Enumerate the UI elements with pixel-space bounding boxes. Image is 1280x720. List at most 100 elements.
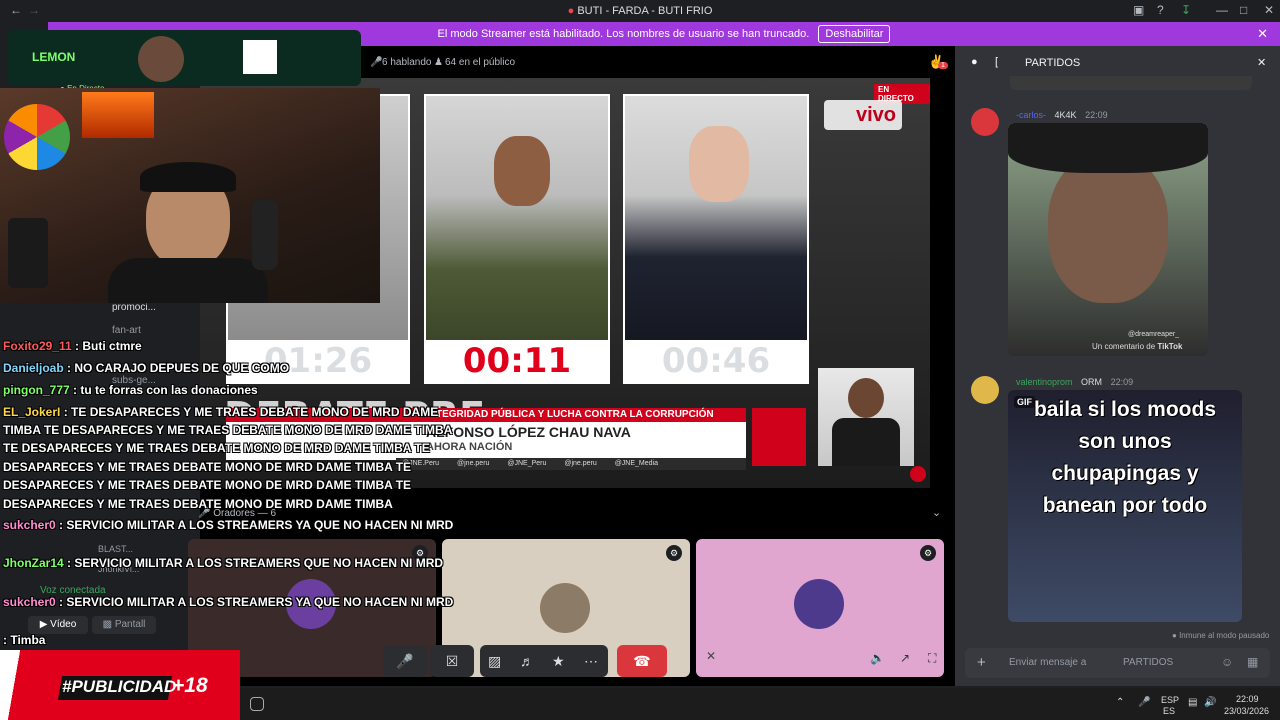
message-2-time: 22:09 [1110, 377, 1134, 387]
tv-logo: vivo [824, 100, 902, 130]
candidate-panel-3: 00:46 [623, 94, 809, 384]
banner-text: El modo Streamer está habilitado. Los no… [437, 28, 810, 40]
mic-icon: 🎤 [370, 57, 383, 68]
chat-user: JhonZar14 [3, 556, 64, 570]
add-attachment-icon[interactable]: + [977, 654, 986, 671]
help-icon[interactable]: ? [1157, 3, 1164, 17]
chat-bubble-icon: ● [971, 56, 978, 68]
keyboard-layout[interactable]: ES [1163, 706, 1175, 716]
chat-header: ● [ PARTIDOS ✕ [955, 50, 1280, 76]
inbox-icon[interactable]: ▣ [1133, 3, 1144, 17]
speaker-2-avatar [540, 583, 590, 633]
chat-message: : Timba [3, 633, 46, 647]
ticker-party: AHORA NACIÓN [426, 441, 513, 453]
disconnect-button[interactable]: ☎ [617, 645, 667, 677]
keyboard-language[interactable]: ESP [1161, 695, 1179, 705]
chat-message: EL_JokerI : TE DESAPARECES Y ME TRAES DE… [3, 405, 439, 419]
chat-text: TE DESAPARECES Y ME TRAES DEBATE MONO DE… [71, 405, 439, 419]
speaker-2-mod-icon: ⚙ [666, 545, 682, 561]
close-window-button[interactable]: ✕ [1264, 3, 1274, 17]
speaker-box [8, 218, 48, 288]
clock-time[interactable]: 22:09 [1236, 694, 1259, 704]
disable-streamer-button[interactable]: Deshabilitar [818, 25, 891, 43]
ticker-candidate: ALFONSO LÓPEZ CHAU NAVA [426, 424, 631, 440]
lemon-sponsor-banner: LEMON [8, 30, 361, 86]
maximize-button[interactable]: □ [1240, 3, 1247, 17]
social-3: @JNE_Peru [507, 460, 547, 467]
speaker-tile-3[interactable]: ⚙ ✕ 🔈 ↗ ⛶ [696, 539, 944, 677]
caption-text: Un comentario de [1092, 342, 1156, 351]
close-chat-icon[interactable]: ✕ [1257, 56, 1266, 69]
message-1-image[interactable]: @dreamreaper_ Un comentario de TikTok [1008, 123, 1208, 356]
microphone [252, 200, 278, 270]
screen-icon: ▩ [102, 619, 113, 630]
notification-badge: 1 [938, 62, 948, 69]
chat-text: SERVICIO MILITAR A LOS STREAMERS YA QUE … [66, 595, 454, 609]
activities-icon[interactable]: ★ [552, 645, 565, 677]
fullscreen-icon[interactable]: ⛶ [928, 651, 936, 666]
message-1-avatar[interactable] [971, 108, 999, 136]
voice-header: 🎤 6 hablando ♟ 64 en el público ✌ 1 [360, 50, 955, 76]
chat-message: pingon_777 : tu te forras con las donaci… [3, 383, 258, 397]
message-1-header: -carlos- 4K4K 22:09 [1016, 110, 1108, 120]
more-options-icon[interactable]: ⋯ [584, 645, 598, 677]
message-2-avatar[interactable] [971, 376, 999, 404]
screen-button[interactable]: ▩ Pantall [92, 616, 156, 634]
channel-fan-art[interactable]: fan-art [112, 325, 141, 336]
video-button[interactable]: ▶ Vídeo [28, 616, 88, 634]
popout-icon[interactable]: ↗ [900, 651, 910, 665]
collapse-chevron-icon[interactable]: ⌄ [932, 506, 941, 519]
chat-user: sukcher0 [3, 595, 56, 609]
streamer-cap [140, 162, 236, 192]
speaker-3-avatar [794, 579, 844, 629]
message-2-user[interactable]: valentinoprom [1016, 377, 1073, 387]
emoji-icon[interactable]: ☺ [1221, 655, 1233, 669]
download-icon[interactable]: ↧ [1181, 3, 1191, 17]
chat-message: Foxito29_11 : Buti ctmre [3, 339, 142, 353]
chat-message: sukcher0 : SERVICIO MILITAR A LOS STREAM… [3, 595, 454, 609]
globe-icon [910, 466, 926, 482]
close-banner-icon[interactable]: ✕ [1257, 22, 1268, 46]
record-icon: ● [567, 5, 575, 17]
chat-user: sukcher0 [3, 518, 56, 532]
taskbar: ⌃ 🎤 ESP ES ▤ 🔊 22:09 23/03/2026 [240, 688, 1280, 720]
screen-share-icon[interactable]: ▨ [488, 645, 501, 677]
clock-date[interactable]: 23/03/2026 [1224, 706, 1269, 716]
message-1-user[interactable]: -carlos- [1016, 110, 1046, 120]
streamer-webcam [0, 88, 380, 303]
message-2-header: valentinoprom ORM 22:09 [1016, 377, 1133, 387]
prize-wheel [4, 104, 70, 170]
taskbar-app-icon[interactable] [250, 697, 264, 711]
camera-button[interactable]: ☒ [430, 645, 474, 677]
caption-tag: TikTok [1157, 342, 1183, 351]
volume-icon[interactable]: 🔈 [870, 651, 885, 665]
vivo-text: vivo [855, 104, 896, 126]
message-2-gif[interactable]: GIF baila si los moods son unos chupapin… [1008, 390, 1242, 622]
chat-text: Buti ctmre [82, 339, 142, 353]
apps-icon[interactable]: ▦ [1247, 655, 1258, 669]
sponsor-avatar [138, 36, 184, 82]
volume-tray-icon[interactable]: 🔊 [1204, 697, 1216, 708]
noise-icon[interactable]: ♬ [520, 645, 534, 677]
channel-promociones[interactable]: promoci... [112, 302, 156, 313]
minimize-button[interactable]: — [1216, 3, 1228, 17]
voice-user-1[interactable]: BLAST... [98, 544, 133, 554]
candidate-2-image [426, 96, 608, 344]
chat-user: Danieljoab [3, 361, 64, 375]
chat-text: SERVICIO MILITAR A LOS STREAMERS QUE NO … [74, 556, 444, 570]
chat-text-continued: DESAPARECES Y ME TRAES DEBATE MONO DE MR… [3, 478, 412, 492]
fireplace-screen [82, 92, 154, 138]
network-icon[interactable]: ▤ [1188, 697, 1197, 708]
social-5: @JNE_Media [614, 460, 658, 467]
message-1-badge: 4K4K [1054, 110, 1077, 120]
chat-message: Danieljoab : NO CARAJO DEPUES DE QUE COM… [3, 361, 290, 375]
message-input[interactable]: + Enviar mensaje a PARTIDOS ☺ ▦ [965, 648, 1270, 678]
interpreter-body [832, 418, 900, 466]
tray-chevron-icon[interactable]: ⌃ [1116, 697, 1124, 708]
previous-image [1010, 76, 1252, 90]
input-placeholder: Enviar mensaje a [1009, 657, 1087, 668]
chat-text: SERVICIO MILITAR A LOS STREAMERS YA QUE … [66, 518, 454, 532]
tray-mic-icon[interactable]: 🎤 [1138, 697, 1150, 708]
mute-mic-button[interactable]: 🎤 [383, 645, 427, 677]
speaker-3-muted-icon: ✕ [706, 649, 717, 663]
